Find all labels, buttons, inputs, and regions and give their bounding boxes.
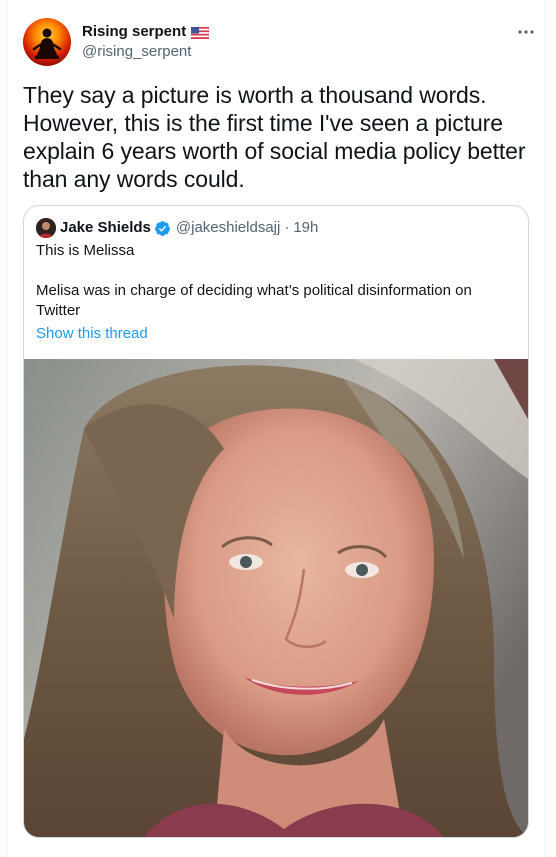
verified-badge-icon xyxy=(154,220,171,237)
quoted-author-avatar[interactable] xyxy=(36,218,56,238)
tweet-text: They say a picture is worth a thousand w… xyxy=(23,82,526,192)
quoted-tweet-photo[interactable] xyxy=(24,359,528,837)
quoted-tweet-time[interactable]: 19h xyxy=(293,218,318,238)
author-name-text: Rising serpent xyxy=(82,23,187,40)
quoted-author-name[interactable]: Jake Shields xyxy=(60,218,151,238)
quoted-author-handle[interactable]: @jakeshieldsajj xyxy=(176,218,280,238)
quoted-tweet-text-line1: This is Melissa xyxy=(36,242,135,259)
show-thread-link[interactable]: Show this thread xyxy=(36,324,148,344)
quoted-tweet[interactable]: Jake Shields @jakeshieldsajj · 19h This … xyxy=(23,205,529,838)
meditating-figure-icon xyxy=(32,28,62,59)
author-handle[interactable]: @rising_serpent xyxy=(82,43,191,61)
quoted-tweet-text-line2: Melisa was in charge of deciding what’s … xyxy=(36,282,472,319)
quoted-tweet-header: Jake Shields @jakeshieldsajj · 19h xyxy=(36,218,318,238)
more-icon[interactable] xyxy=(516,22,536,42)
separator-dot: · xyxy=(284,219,290,236)
author-name[interactable]: Rising serpent xyxy=(82,23,210,41)
us-flag-icon xyxy=(190,26,210,40)
author-avatar[interactable] xyxy=(23,18,71,66)
